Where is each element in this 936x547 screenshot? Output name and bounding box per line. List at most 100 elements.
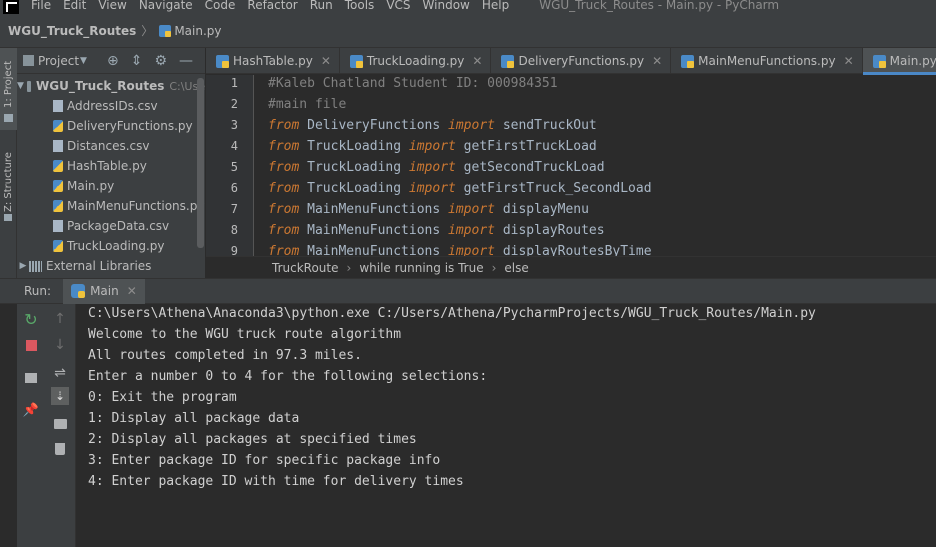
- locate-file-icon[interactable]: ⊕: [107, 54, 119, 68]
- console-line: C:\Users\Athena\Anaconda3\python.exe C:/…: [88, 306, 816, 321]
- code-keyword-from: from: [268, 202, 300, 217]
- menu-file[interactable]: File: [31, 0, 51, 11]
- code-breadcrumb-while[interactable]: while running is True: [359, 261, 483, 275]
- up-arrow-icon[interactable]: ↑: [52, 311, 68, 327]
- folder-icon: [26, 80, 32, 92]
- tab-deliveryfunctions[interactable]: DeliveryFunctions.py ✕: [491, 48, 672, 74]
- scroll-to-end-icon[interactable]: ⇣: [51, 387, 69, 405]
- tree-external-libraries[interactable]: ▶ External Libraries: [17, 256, 205, 276]
- code-line: #main file: [268, 97, 346, 112]
- close-icon[interactable]: ✕: [127, 284, 137, 298]
- tab-truckloading[interactable]: TruckLoading.py ✕: [340, 48, 492, 74]
- code-keyword-import: import: [408, 139, 456, 154]
- breadcrumb-separator-icon: 〉: [141, 24, 154, 38]
- tree-file-distances[interactable]: Distances.csv: [17, 136, 205, 156]
- run-tab-main[interactable]: Main ✕: [63, 278, 145, 304]
- line-number-gutter: 1 2 3 4 5 6 7 8 9: [206, 75, 254, 256]
- project-panel-scrollbar[interactable]: [197, 78, 204, 248]
- stop-button[interactable]: [23, 337, 39, 353]
- tree-file-hashtable[interactable]: HashTable.py: [17, 156, 205, 176]
- run-toolbar-secondary: ↑ ↓ ⇌ ⇣: [45, 304, 76, 547]
- menu-refactor[interactable]: Refactor: [247, 0, 297, 11]
- menu-navigate[interactable]: Navigate: [139, 0, 193, 11]
- menu-vcs[interactable]: VCS: [386, 0, 410, 11]
- csv-file-icon: [53, 100, 63, 112]
- tab-label: HashTable.py: [233, 54, 313, 68]
- menu-edit[interactable]: Edit: [63, 0, 86, 11]
- csv-file-icon: [53, 220, 63, 232]
- structure-icon: [4, 214, 12, 221]
- clear-all-button[interactable]: [52, 441, 68, 457]
- code-breadcrumb-class[interactable]: TruckRoute: [272, 261, 339, 275]
- console-line: All routes completed in 97.3 miles.: [88, 348, 362, 363]
- tree-file-deliveryfunctions[interactable]: DeliveryFunctions.py: [17, 116, 205, 136]
- python-file-icon: [53, 180, 63, 192]
- gear-icon[interactable]: ⚙: [154, 54, 167, 68]
- line-number: 9: [230, 244, 238, 256]
- expand-arrow-icon[interactable]: ▼: [17, 81, 24, 91]
- soft-wrap-icon[interactable]: ⇌: [52, 365, 68, 381]
- line-number: 6: [230, 181, 238, 195]
- code-keyword-import: import: [408, 181, 456, 196]
- hide-panel-icon[interactable]: —: [179, 54, 193, 68]
- menu-code[interactable]: Code: [205, 0, 236, 11]
- menu-window[interactable]: Window: [423, 0, 470, 11]
- line-number: 8: [230, 223, 238, 237]
- breadcrumb-separator-icon: ›: [491, 260, 497, 275]
- tree-file-mainmenufunctions[interactable]: MainMenuFunctions.py: [17, 196, 205, 216]
- breadcrumb-file[interactable]: Main.py: [174, 24, 221, 38]
- library-icon: [29, 260, 42, 272]
- tree-file-packagedata[interactable]: PackageData.csv: [17, 216, 205, 236]
- code-breadcrumb: TruckRoute › while running is True › els…: [206, 256, 936, 278]
- menu-view[interactable]: View: [98, 0, 126, 11]
- tree-file-truckloading[interactable]: TruckLoading.py: [17, 236, 205, 256]
- tab-structure-tool-window[interactable]: Z: Structure: [0, 140, 17, 221]
- tab-label: DeliveryFunctions.py: [518, 54, 645, 68]
- console-line: Enter a number 0 to 4 for the following …: [88, 369, 488, 384]
- file-label: MainMenuFunctions.py: [67, 199, 205, 213]
- console-line: 3: Enter package ID for specific package…: [88, 453, 441, 468]
- tab-mainmenufunctions[interactable]: MainMenuFunctions.py ✕: [671, 48, 863, 74]
- code-import-name: displayRoutes: [495, 223, 605, 238]
- code-module-name: MainMenuFunctions: [299, 223, 449, 238]
- file-label: TruckLoading.py: [67, 239, 165, 253]
- code-import-name: displayMenu: [495, 202, 589, 217]
- close-icon[interactable]: ✕: [321, 54, 331, 68]
- tree-file-addressids[interactable]: AddressIDs.csv: [17, 96, 205, 116]
- menu-tools[interactable]: Tools: [345, 0, 375, 11]
- code-line: from MainMenuFunctions import displayMen…: [268, 202, 589, 217]
- close-icon[interactable]: ✕: [472, 54, 482, 68]
- breadcrumb-project[interactable]: WGU_Truck_Routes: [8, 24, 136, 38]
- tab-main[interactable]: Main.py ✕: [862, 48, 936, 75]
- menu-help[interactable]: Help: [482, 0, 509, 11]
- file-label: AddressIDs.csv: [67, 99, 158, 113]
- line-number: 4: [230, 139, 238, 153]
- python-file-icon: [53, 120, 63, 132]
- tree-root-folder[interactable]: ▼ WGU_Truck_Routes C:\Use: [17, 76, 205, 96]
- chevron-down-icon[interactable]: ▼: [80, 56, 87, 66]
- code-module-name: TruckLoading: [299, 160, 409, 175]
- menu-bar: File Edit View Navigate Code Refactor Ru…: [0, 0, 936, 14]
- code-line: from TruckLoading import getFirstTruckLo…: [268, 139, 597, 154]
- restore-layout-button[interactable]: [23, 370, 39, 386]
- project-view-selector[interactable]: Project: [38, 54, 79, 68]
- code-breadcrumb-else[interactable]: else: [504, 261, 528, 275]
- code-line: #Kaleb Chatland Student ID: 000984351: [268, 76, 558, 91]
- run-console-output[interactable]: C:\Users\Athena\Anaconda3\python.exe C:/…: [77, 304, 936, 547]
- code-module-name: TruckLoading: [299, 139, 409, 154]
- close-icon[interactable]: ✕: [652, 54, 662, 68]
- tab-hashtable[interactable]: HashTable.py ✕: [206, 48, 340, 74]
- expand-arrow-icon[interactable]: ▶: [17, 261, 29, 271]
- tool-window-strip: 1: Project Z: Structure: [0, 48, 17, 278]
- pin-tab-icon[interactable]: 📌: [23, 402, 39, 418]
- code-keyword-import: import: [408, 160, 456, 175]
- tree-file-main[interactable]: Main.py: [17, 176, 205, 196]
- tab-project-tool-window[interactable]: 1: Project: [0, 48, 17, 130]
- close-icon[interactable]: ✕: [844, 54, 854, 68]
- code-editor[interactable]: 1 2 3 4 5 6 7 8 9 #Kaleb Chatland Student ID: 00…: [206, 75, 936, 256]
- print-button[interactable]: [52, 416, 68, 432]
- menu-run[interactable]: Run: [310, 0, 333, 11]
- rerun-icon[interactable]: ↻: [23, 310, 39, 329]
- down-arrow-icon[interactable]: ↓: [52, 337, 68, 353]
- collapse-all-icon[interactable]: ⇕: [131, 54, 143, 68]
